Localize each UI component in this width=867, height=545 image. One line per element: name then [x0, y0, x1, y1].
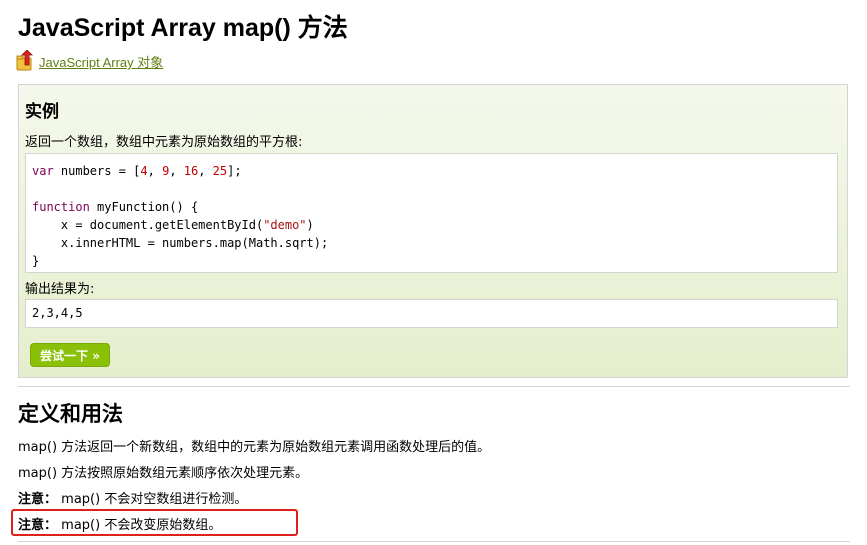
code-line: }	[32, 254, 40, 268]
code-line: x.innerHTML = numbers.map(Math.sqrt);	[32, 236, 329, 250]
definition-paragraph-1: map() 方法返回一个新数组，数组中的元素为原始数组元素调用函数处理后的值。	[18, 440, 491, 455]
definition-paragraph-2: map() 方法按照原始数组元素顺序依次处理元素。	[18, 466, 309, 481]
divider	[18, 386, 850, 387]
output-label: 输出结果为:	[25, 282, 95, 297]
back-link[interactable]: JavaScript Array 对象	[16, 50, 163, 72]
code-line: function myFunction() {	[32, 200, 199, 214]
example-description: 返回一个数组，数组中元素为原始数组的平方根:	[25, 135, 303, 150]
divider	[18, 541, 850, 542]
code-line: x = document.getElementById("demo")	[32, 218, 314, 232]
output-box: 2,3,4,5	[25, 299, 838, 328]
highlight-box	[11, 509, 298, 536]
note-1-text: map() 不会对空数组进行检测。	[61, 492, 248, 507]
back-arrow-folder-icon	[16, 50, 33, 71]
page-title: JavaScript Array map() 方法	[18, 14, 348, 42]
page: JavaScript Array map() 方法 JavaScript Arr…	[0, 0, 867, 545]
note-1: 注意： map() 不会对空数组进行检测。	[18, 488, 247, 507]
try-it-button[interactable]: 尝试一下 »	[30, 343, 110, 367]
output-value: 2,3,4,5	[32, 306, 83, 320]
example-box: 实例 返回一个数组，数组中元素为原始数组的平方根: var numbers = …	[18, 84, 848, 378]
definition-heading: 定义和用法	[18, 402, 123, 426]
example-heading: 实例	[25, 102, 59, 122]
note-1-label: 注意：	[18, 492, 58, 507]
back-link-label[interactable]: JavaScript Array 对象	[39, 52, 163, 72]
code-line: var numbers = [4, 9, 16, 25];	[32, 164, 242, 178]
code-block: var numbers = [4, 9, 16, 25]; function m…	[25, 153, 838, 273]
